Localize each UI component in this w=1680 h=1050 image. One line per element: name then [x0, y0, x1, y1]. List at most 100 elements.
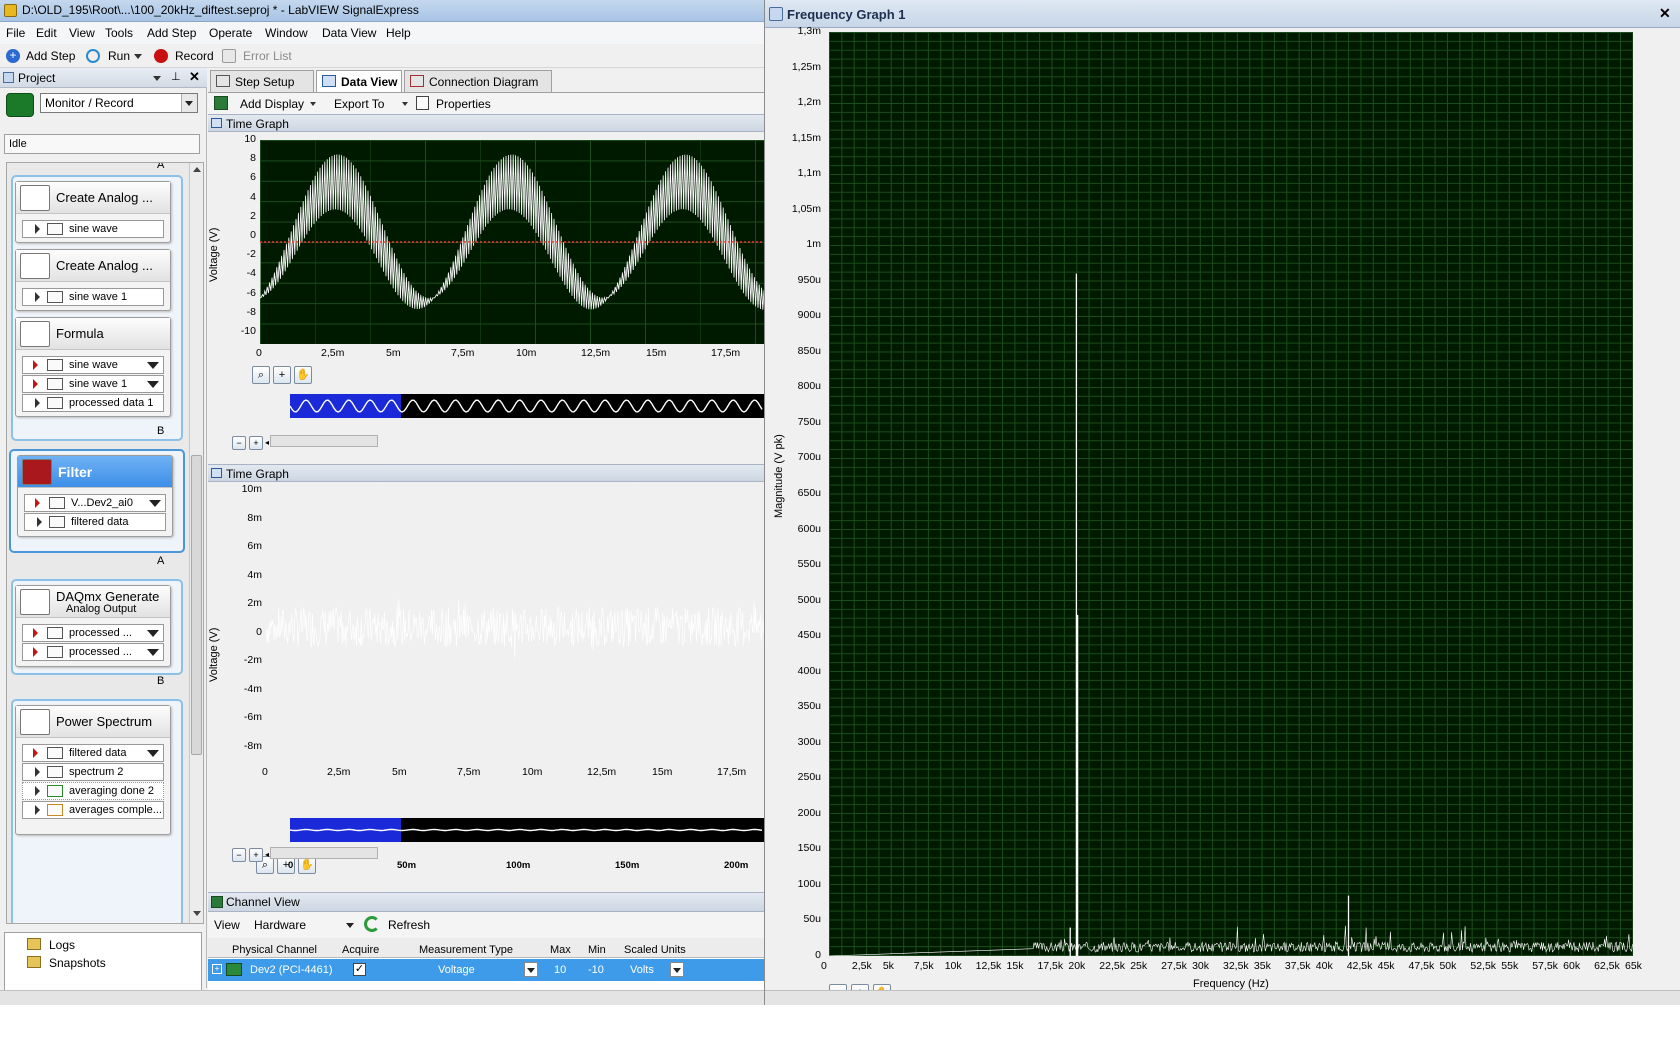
chevron-down-icon[interactable] [147, 649, 159, 656]
close-icon[interactable]: ✕ [1659, 5, 1671, 22]
export-to-button[interactable]: Export To [334, 97, 384, 111]
overview-strip-2[interactable] [290, 818, 764, 842]
refresh-button[interactable]: Refresh [388, 918, 430, 932]
tree-item-snapshots[interactable]: Snapshots [49, 956, 106, 970]
scroll-up-icon[interactable] [193, 167, 201, 172]
menu-edit[interactable]: Edit [36, 26, 57, 40]
chevron-down-icon[interactable] [147, 362, 159, 369]
step-io-row[interactable]: sine wave [22, 356, 164, 374]
error-list-button[interactable]: Error List [243, 49, 292, 63]
col-min[interactable]: Min [588, 944, 606, 956]
col-scaled-units[interactable]: Scaled Units [624, 944, 686, 956]
properties-button[interactable]: Properties [436, 97, 491, 111]
col-measurement-type[interactable]: Measurement Type [419, 944, 513, 956]
zoom-icon[interactable]: ⌕ [252, 366, 270, 384]
export-dropdown-icon[interactable] [402, 102, 408, 106]
menu-window[interactable]: Window [265, 26, 308, 40]
step-io-row[interactable]: sine wave 1 [22, 288, 164, 306]
step-io-row[interactable]: averages comple... [22, 801, 164, 819]
cursor-plus-icon[interactable]: + [273, 366, 291, 384]
step-io-row[interactable]: processed data 1 [22, 394, 164, 412]
step-io-row[interactable]: filtered data [24, 513, 166, 531]
y-tick-label: -10 [240, 325, 256, 337]
view-select[interactable]: Hardware [250, 915, 358, 935]
run-button[interactable]: Run [108, 49, 130, 63]
close-pane-icon[interactable]: ✕ [189, 69, 200, 85]
table-row[interactable]: + Dev2 (PCI-4461) ✓ Voltage 10 -10 Volts [208, 959, 764, 981]
menu-tools[interactable]: Tools [105, 26, 133, 40]
run-dropdown-icon[interactable] [134, 54, 142, 59]
x-tick-label: 50k [1439, 960, 1457, 972]
pane-menu-icon[interactable] [153, 76, 161, 81]
col-max[interactable]: Max [550, 944, 571, 956]
pin-icon[interactable]: ⊥ [171, 70, 181, 83]
chevron-down-icon[interactable] [346, 923, 354, 928]
overview-strip-1[interactable] [290, 394, 764, 418]
step-daqmx-generate[interactable]: DAQmx Generate Analog Output processed ..… [15, 585, 171, 667]
step-io-row[interactable]: processed ... [22, 624, 164, 642]
step-io-row[interactable]: sine wave 1 [22, 375, 164, 393]
step-io-row[interactable]: processed ... [22, 643, 164, 661]
step-io-row[interactable]: V...Dev2_ai0 [24, 494, 166, 512]
daq-output-icon [20, 589, 50, 615]
cell-max[interactable]: 10 [554, 964, 566, 976]
error-list-icon [222, 49, 236, 63]
zoom-out-icon[interactable]: − [232, 848, 246, 862]
step-io-row[interactable]: sine wave [22, 220, 164, 238]
time-graph-2-header: Time Graph [208, 464, 764, 482]
chevron-down-icon[interactable] [147, 750, 159, 757]
overview-trace [290, 828, 763, 832]
mode-select[interactable]: Monitor / Record [40, 93, 198, 113]
menu-help[interactable]: Help [386, 26, 411, 40]
expand-icon[interactable]: + [212, 964, 222, 974]
menu-file[interactable]: File [6, 26, 25, 40]
zoom-in-icon[interactable]: + [249, 436, 263, 450]
step-io-row[interactable]: spectrum 2 [22, 763, 164, 781]
step-power-spectrum[interactable]: Power Spectrum filtered data spectrum 2 … [15, 705, 171, 835]
chevron-down-icon[interactable] [147, 381, 159, 388]
step-create-analog-2[interactable]: Create Analog ... sine wave 1 [15, 249, 171, 311]
filter-icon [22, 459, 52, 485]
record-button[interactable]: Record [175, 49, 214, 63]
step-create-analog-1[interactable]: Create Analog ... sine wave [15, 181, 171, 243]
chevron-down-icon[interactable] [147, 630, 159, 637]
project-header: Project ⊥ ✕ [0, 68, 207, 88]
scroll-left-icon[interactable]: ◂ [265, 850, 269, 859]
y-tick-label: -2 [246, 248, 256, 261]
step-io-row[interactable]: averaging done 2 [22, 782, 164, 800]
scroll-left-icon[interactable]: ◂ [265, 438, 269, 447]
pan-hand-icon[interactable]: ✋ [294, 366, 312, 384]
step-formula[interactable]: Formula sine wave sine wave 1 processed … [15, 317, 171, 417]
zoom-in-icon[interactable]: + [249, 848, 263, 862]
frequency-plot[interactable] [829, 32, 1633, 956]
add-step-button[interactable]: Add Step [26, 49, 75, 63]
overview-scrollbar-2[interactable]: ◂ [265, 847, 378, 859]
status-text: Idle [9, 138, 27, 150]
step-io-row[interactable]: filtered data [22, 744, 164, 762]
y-tick-label: 10m [241, 483, 262, 495]
x-tick-label: 52,5k [1470, 960, 1497, 972]
time-graph-1-plot[interactable] [260, 140, 764, 344]
menu-operate[interactable]: Operate [209, 26, 252, 40]
zoom-out-icon[interactable]: − [232, 436, 246, 450]
col-physical-channel[interactable]: Physical Channel [232, 944, 317, 956]
frequency-window-title-bar: Frequency Graph 1 ✕ [765, 0, 1680, 28]
chevron-down-icon[interactable] [149, 500, 161, 507]
tab-connection-diagram[interactable]: Connection Diagram [404, 70, 552, 92]
col-acquire[interactable]: Acquire [342, 944, 379, 956]
scroll-down-icon[interactable] [193, 911, 201, 916]
tree-item-logs[interactable]: Logs [49, 938, 75, 952]
step-list-scrollbar[interactable] [189, 163, 203, 923]
overview-scrollbar-1[interactable]: ◂ [265, 435, 378, 447]
scroll-thumb[interactable] [191, 455, 202, 755]
output-arrow-icon [35, 398, 40, 408]
menu-add-step[interactable]: Add Step [147, 26, 196, 40]
cell-min[interactable]: -10 [588, 964, 604, 976]
menu-data-view[interactable]: Data View [322, 26, 376, 40]
add-display-dropdown-icon[interactable] [310, 102, 316, 106]
acquire-checkbox[interactable]: ✓ [353, 963, 366, 976]
monitor-record-icon [6, 93, 34, 117]
step-filter[interactable]: Filter V...Dev2_ai0 filtered data [17, 455, 173, 537]
add-display-button[interactable]: Add Display [240, 97, 304, 111]
menu-view[interactable]: View [69, 26, 95, 40]
